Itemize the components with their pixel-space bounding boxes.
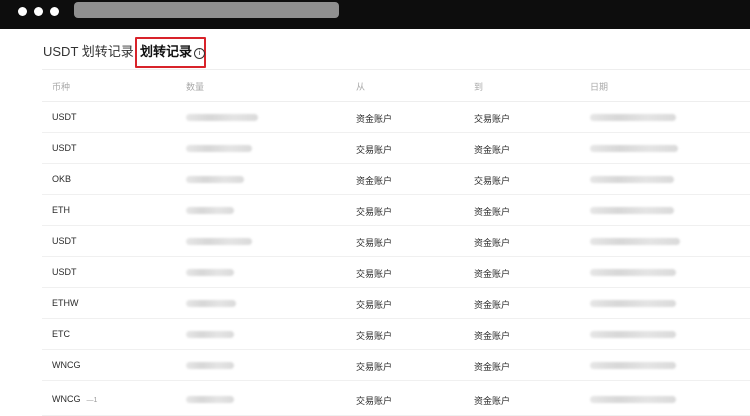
header-coin: 币种 <box>52 82 71 92</box>
cell-date-redacted <box>590 143 678 153</box>
cell-date-redacted <box>590 298 676 308</box>
cell-amount-redacted <box>186 174 244 184</box>
cell-coin: USDT <box>52 236 77 246</box>
cell-coin: USDT <box>52 267 77 277</box>
cell-from: 交易账户 <box>356 145 393 155</box>
cell-coin: ETH <box>52 205 70 215</box>
cell-from: 交易账户 <box>356 362 393 372</box>
cell-from: 交易账户 <box>356 238 393 248</box>
cell-date-redacted <box>590 205 674 215</box>
cell-amount-redacted <box>186 143 252 153</box>
cell-coin: USDT <box>52 143 77 153</box>
table-row: ETH 交易账户 资金账户 <box>42 195 750 226</box>
cell-date-redacted <box>590 329 676 339</box>
cell-to: 交易账户 <box>474 114 511 124</box>
cell-to: 资金账户 <box>474 300 511 310</box>
cell-date-redacted <box>590 267 676 277</box>
address-bar[interactable] <box>74 2 339 18</box>
cell-date-redacted <box>590 236 680 246</box>
table-row: USDT 资金账户 交易账户 <box>42 102 750 133</box>
browser-title-bar <box>0 0 750 29</box>
info-icon[interactable]: i <box>194 48 206 59</box>
cell-to: 资金账户 <box>474 145 511 155</box>
cell-to: 资金账户 <box>474 362 511 372</box>
cell-coin: USDT <box>52 112 77 122</box>
cell-to: 交易账户 <box>474 176 511 186</box>
header-to: 到 <box>474 82 484 92</box>
cell-coin: OKB <box>52 174 72 184</box>
table-row: WNCG —1 交易账户 资金账户 <box>42 381 750 416</box>
cell-coin: WNCG —1 <box>52 394 97 404</box>
cell-date-redacted <box>590 360 676 370</box>
window-dot-icon[interactable] <box>34 7 43 16</box>
cell-coin: ETC <box>52 329 70 339</box>
header-from: 从 <box>356 82 366 92</box>
cell-amount-redacted <box>186 360 234 370</box>
cell-coin: WNCG <box>52 360 81 370</box>
cell-date-redacted <box>590 112 676 122</box>
cell-to: 资金账户 <box>474 238 511 248</box>
cell-to: 资金账户 <box>474 331 511 341</box>
table-row: WNCG 交易账户 资金账户 <box>42 350 750 381</box>
cell-amount-redacted <box>186 298 236 308</box>
table-row: ETHW 交易账户 资金账户 <box>42 288 750 319</box>
cell-to: 资金账户 <box>474 207 511 217</box>
tab-bar: USDT 划转记录 划转记录 i <box>0 29 750 69</box>
window-dot-icon[interactable] <box>50 7 59 16</box>
tab-usdt-transfer[interactable]: USDT 划转记录 <box>43 44 134 60</box>
cell-amount-redacted <box>186 205 234 215</box>
cell-from: 资金账户 <box>356 114 393 124</box>
transfer-records-table: 币种 数量 从 到 日期 USDT 资金账户 交易账户 USDT 交易账户 资金… <box>42 69 750 416</box>
header-date: 日期 <box>590 82 609 92</box>
cell-to: 资金账户 <box>474 269 511 279</box>
cell-amount-redacted <box>186 267 234 277</box>
tab-transfer-records[interactable]: 划转记录 i <box>140 44 206 60</box>
cell-from: 交易账户 <box>356 207 393 217</box>
cell-to: 资金账户 <box>474 396 511 406</box>
tab-transfer-records-label: 划转记录 <box>140 44 193 59</box>
cell-from: 交易账户 <box>356 331 393 341</box>
cell-date-redacted <box>590 174 674 184</box>
table-row: OKB 资金账户 交易账户 <box>42 164 750 195</box>
cell-coin-extra: —1 <box>86 397 98 404</box>
table-row: USDT 交易账户 资金账户 <box>42 257 750 288</box>
table-row: USDT 交易账户 资金账户 <box>42 133 750 164</box>
header-amount: 数量 <box>186 82 205 92</box>
cell-coin-label: WNCG <box>52 394 81 404</box>
table-row: USDT 交易账户 资金账户 <box>42 226 750 257</box>
cell-from: 资金账户 <box>356 176 393 186</box>
cell-amount-redacted <box>186 329 234 339</box>
window-dot-icon[interactable] <box>18 7 27 16</box>
cell-amount-redacted <box>186 394 234 404</box>
cell-date-redacted <box>590 394 676 404</box>
cell-amount-redacted <box>186 236 252 246</box>
cell-from: 交易账户 <box>356 269 393 279</box>
table-row: ETC 交易账户 资金账户 <box>42 319 750 350</box>
cell-from: 交易账户 <box>356 300 393 310</box>
cell-amount-redacted <box>186 112 258 122</box>
cell-coin: ETHW <box>52 298 79 308</box>
table-header: 币种 数量 从 到 日期 <box>42 69 750 102</box>
cell-from: 交易账户 <box>356 396 393 406</box>
